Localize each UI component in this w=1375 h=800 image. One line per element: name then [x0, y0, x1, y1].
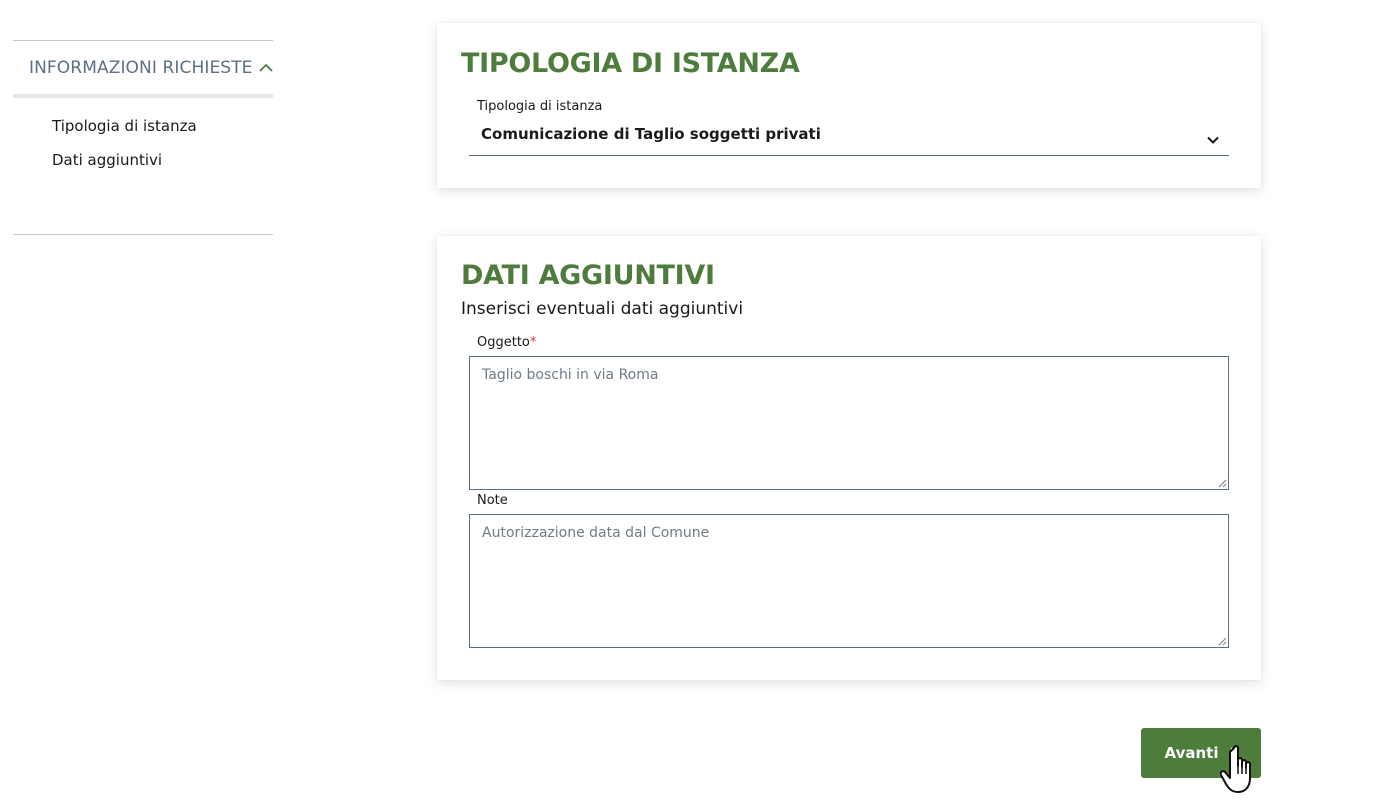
sidebar-list: Tipologia di istanza Dati aggiuntivi [13, 98, 273, 184]
note-textarea[interactable] [469, 514, 1229, 648]
note-label: Note [477, 493, 508, 508]
dati-aggiuntivi-card: DATI AGGIUNTIVI Inserisci eventuali dati… [437, 236, 1261, 680]
oggetto-label: Oggetto* [477, 335, 536, 350]
hand-cursor-icon [1220, 745, 1251, 793]
sidebar-item-tipologia[interactable]: Tipologia di istanza [52, 116, 273, 150]
tipologia-card: TIPOLOGIA DI ISTANZA Tipologia di istanz… [437, 23, 1261, 188]
section-subtitle: Inserisci eventuali dati aggiuntivi [461, 299, 744, 319]
tipologia-select-value: Comunicazione di Taglio soggetti privati [481, 125, 821, 143]
tipologia-select[interactable]: Comunicazione di Taglio soggetti privati [469, 119, 1229, 156]
sidebar-header-label: INFORMAZIONI RICHIESTE [29, 57, 253, 78]
sidebar-header-toggle[interactable]: INFORMAZIONI RICHIESTE [13, 41, 273, 98]
chevron-up-icon [258, 63, 273, 72]
oggetto-textarea[interactable] [469, 356, 1229, 490]
divider [13, 234, 273, 235]
avanti-button-label: Avanti [1164, 744, 1219, 762]
section-title-tipologia: TIPOLOGIA DI ISTANZA [461, 48, 800, 79]
sidebar-nav: INFORMAZIONI RICHIESTE Tipologia di ista… [13, 40, 273, 235]
chevron-down-icon [1207, 129, 1219, 148]
oggetto-label-text: Oggetto [477, 335, 530, 350]
required-mark: * [529, 335, 537, 350]
section-title-dati-aggiuntivi: DATI AGGIUNTIVI [461, 260, 715, 291]
tipologia-field-label: Tipologia di istanza [477, 99, 603, 114]
sidebar-item-dati-aggiuntivi[interactable]: Dati aggiuntivi [52, 150, 273, 184]
